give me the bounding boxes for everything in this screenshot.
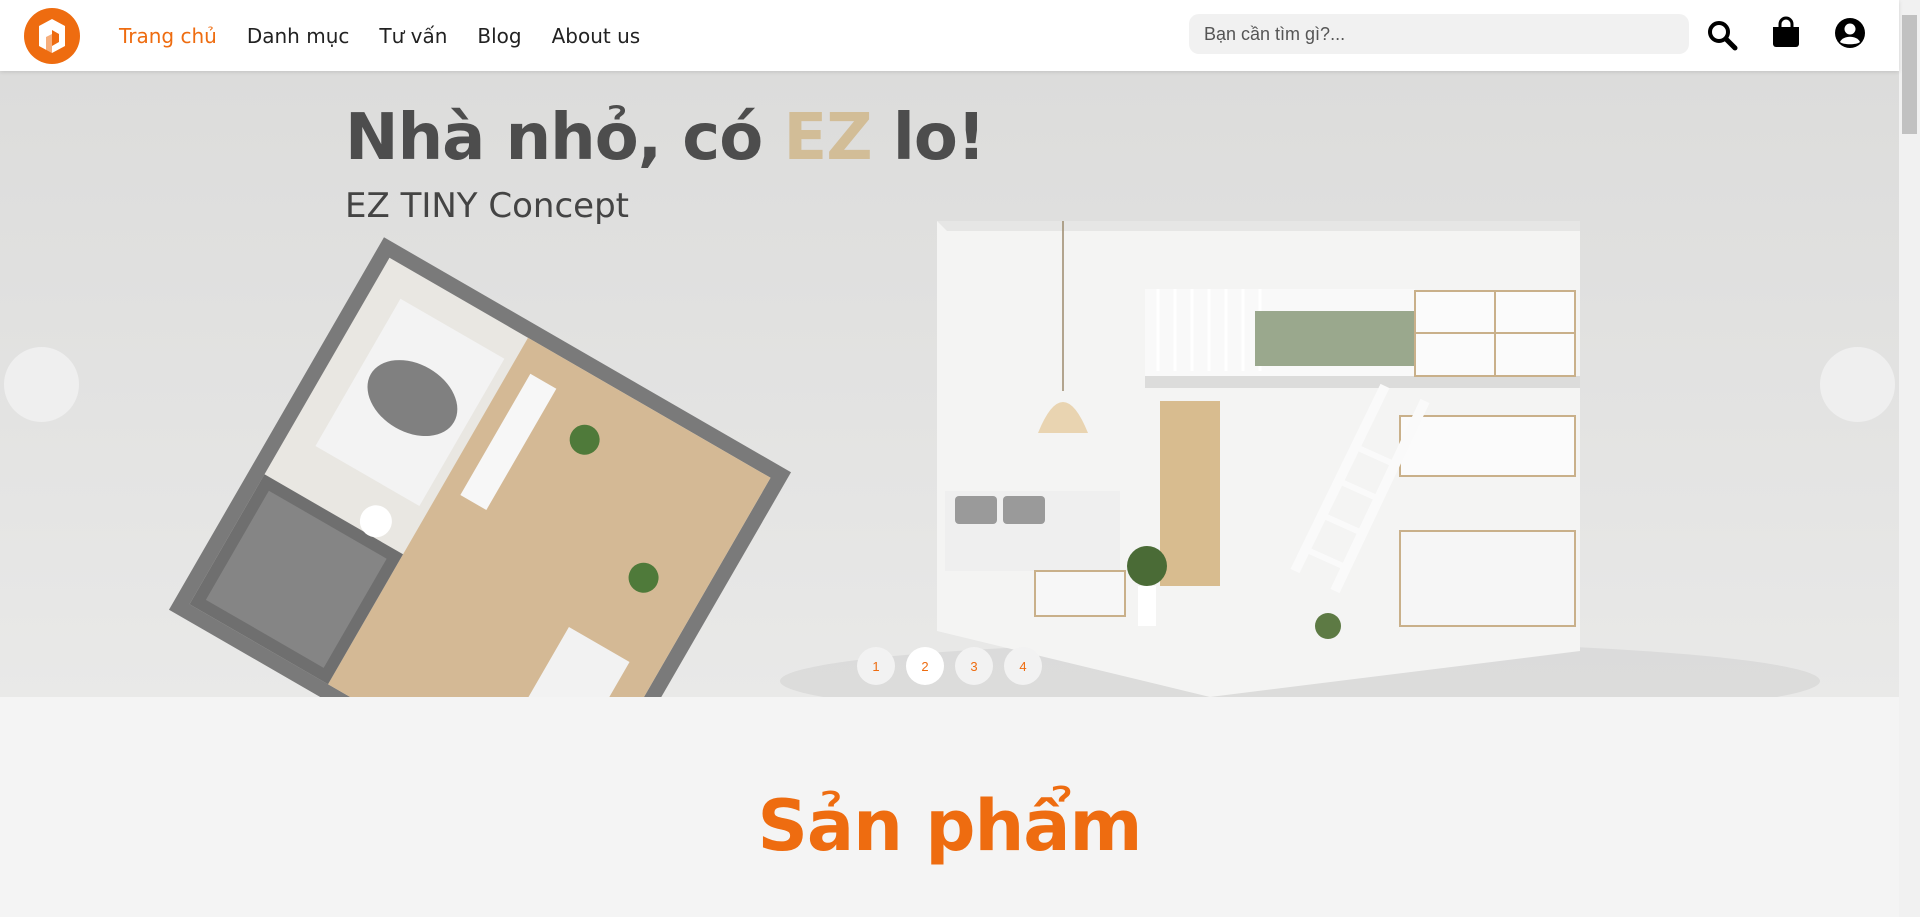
nav-item-home[interactable]: Trang chủ <box>119 24 217 48</box>
products-section-title: Sản phẩm <box>757 785 1143 867</box>
hero-slider: Nhà nhỏ, có EZ lo! EZ TINY Concept 1 2 3… <box>0 71 1899 697</box>
nav-item-categories[interactable]: Danh mục <box>247 24 350 48</box>
slider-pagination: 1 2 3 4 <box>857 647 1053 685</box>
slider-dot-3[interactable]: 3 <box>955 647 993 685</box>
slider-dot-4[interactable]: 4 <box>1004 647 1042 685</box>
hero-subtitle: EZ TINY Concept <box>345 186 630 226</box>
shopping-bag-icon[interactable] <box>1769 16 1803 50</box>
nav-item-blog[interactable]: Blog <box>477 24 521 48</box>
hero-title-accent: EZ <box>783 101 872 175</box>
scrollbar-thumb[interactable] <box>1902 15 1917 134</box>
nav-item-consulting[interactable]: Tư vấn <box>379 24 447 48</box>
slider-next-button[interactable] <box>1820 347 1895 422</box>
slider-dot-2[interactable]: 2 <box>906 647 944 685</box>
site-header: Trang chủ Danh mục Tư vấn Blog About us <box>0 0 1899 71</box>
slider-dot-1[interactable]: 1 <box>857 647 895 685</box>
nav-item-about[interactable]: About us <box>552 24 641 48</box>
ez-logo-icon[interactable] <box>24 8 80 64</box>
hero-title: Nhà nhỏ, có EZ lo! <box>345 101 986 175</box>
main-nav: Trang chủ Danh mục Tư vấn Blog About us <box>119 0 670 71</box>
slider-prev-button[interactable] <box>4 347 79 422</box>
user-account-icon[interactable] <box>1833 16 1867 50</box>
search-icon[interactable] <box>1705 18 1739 52</box>
page-scrollbar[interactable] <box>1899 0 1920 917</box>
search-input[interactable] <box>1189 14 1689 54</box>
